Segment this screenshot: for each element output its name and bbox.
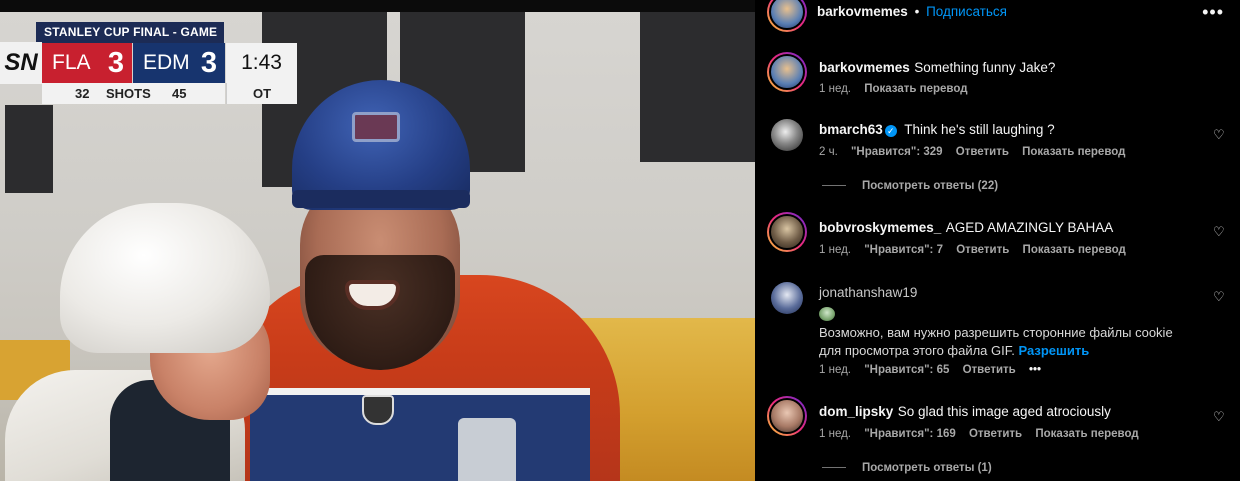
comment-3-body: bobvroskymemes_ AGED AMAZINGLY BAHAA [819, 219, 1113, 237]
comment-text: AGED AMAZINGLY BAHAA [945, 220, 1114, 235]
gif-cookie-notice-text: для просмотра этого файла GIF. [819, 343, 1015, 358]
author-username[interactable]: barkovmemes [817, 4, 908, 19]
team1-shots: 32 [75, 86, 90, 101]
comment-text: Something funny Jake? [914, 60, 1056, 75]
gif-cookie-notice: Возможно, вам нужно разрешить сторонние … [819, 325, 1173, 340]
gif-cookie-notice-line2: для просмотра этого файла GIF. Разрешить [819, 343, 1089, 358]
team1-code: FLA [52, 51, 91, 74]
nhl-shield-icon [362, 395, 394, 425]
more-horizontal-icon[interactable]: ••• [1202, 2, 1224, 23]
like-heart-icon[interactable]: ♡ [1213, 128, 1226, 141]
team2-score: 3 [200, 47, 217, 79]
helmet-decal [352, 112, 400, 142]
team1-box: FLA 3 [42, 43, 132, 83]
comment-time[interactable]: 1 нед. [819, 83, 851, 95]
media-top-edge [0, 0, 755, 12]
comment-1-body: barkovmemes Something funny Jake? [819, 59, 1055, 77]
post-header: barkovmemes • Подписаться [817, 4, 1007, 19]
view-replies-button[interactable]: Посмотреть ответы (22) [822, 180, 998, 192]
comment-1-meta: 1 нед. Показать перевод [819, 83, 978, 95]
comment-avatar[interactable] [771, 119, 803, 151]
comment-avatar[interactable] [767, 396, 807, 436]
comment-username[interactable]: dom_lipsky [819, 404, 893, 419]
comment-time[interactable]: 1 нед. [819, 364, 851, 376]
comment-username[interactable]: bmarch63 [819, 122, 883, 137]
comment-options-icon[interactable]: ••• [1029, 364, 1041, 376]
comment-username[interactable]: barkovmemes [819, 60, 910, 75]
show-translation-button[interactable]: Показать перевод [1023, 244, 1126, 256]
author-avatar[interactable] [767, 0, 807, 32]
comment-text: Think he's still laughing ? [904, 122, 1055, 137]
team1-score: 3 [107, 47, 124, 79]
reply-button[interactable]: Ответить [956, 244, 1009, 256]
show-translation-button[interactable]: Показать перевод [1022, 146, 1125, 158]
team2-code: EDM [143, 51, 190, 74]
reply-button[interactable]: Ответить [956, 146, 1009, 158]
comment-4-meta: 1 нед. "Нравится": 65 Ответить ••• [819, 364, 1051, 376]
reply-button[interactable]: Ответить [969, 428, 1022, 440]
header-separator: • [914, 4, 920, 19]
like-heart-icon[interactable]: ♡ [1213, 225, 1226, 238]
comment-avatar[interactable] [771, 282, 803, 314]
likes-count[interactable]: "Нравится": 169 [864, 428, 956, 440]
like-heart-icon[interactable]: ♡ [1213, 410, 1226, 423]
comment-4-username-line: jonathanshaw19 [819, 284, 917, 302]
broken-gif-icon [819, 307, 835, 321]
stanley-cup-patch-icon [458, 418, 516, 481]
follow-button[interactable]: Подписаться [926, 4, 1007, 19]
arena-glass-panel [5, 105, 53, 193]
comment-5-body: dom_lipsky So glad this image aged atroc… [819, 403, 1111, 421]
comment-text: So glad this image aged atrociously [897, 404, 1111, 419]
verified-badge-icon: ✓ [884, 125, 897, 137]
comment-username[interactable]: jonathanshaw19 [819, 285, 917, 300]
arena-glass-panel [640, 12, 755, 162]
reply-button[interactable]: Ответить [963, 364, 1016, 376]
scorebug-title: STANLEY CUP FINAL - GAME 1 [36, 22, 224, 60]
comment-time[interactable]: 1 нед. [819, 428, 851, 440]
comment-avatar[interactable] [767, 212, 807, 252]
post-media[interactable]: STANLEY CUP FINAL - GAME 1 SN FLA 3 EDM … [0, 0, 755, 481]
shots-row: 32 SHOTS 45 [42, 83, 225, 104]
comment-avatar[interactable] [767, 52, 807, 92]
comment-3-meta: 1 нед. "Нравится": 7 Ответить Показать п… [819, 244, 1136, 256]
shots-label: SHOTS [106, 86, 151, 101]
likes-count[interactable]: "Нравится": 7 [864, 244, 943, 256]
comment-time[interactable]: 1 нед. [819, 244, 851, 256]
allow-cookies-button[interactable]: Разрешить [1019, 343, 1090, 358]
team2-box: EDM 3 [133, 43, 225, 83]
scorebug: STANLEY CUP FINAL - GAME 1 SN FLA 3 EDM … [0, 22, 297, 104]
game-clock: 1:43 [226, 43, 297, 83]
view-replies-button[interactable]: Посмотреть ответы (1) [822, 462, 992, 474]
team2-shots: 45 [172, 86, 187, 101]
likes-count[interactable]: "Нравится": 329 [851, 146, 943, 158]
comment-5-meta: 1 нед. "Нравится": 169 Ответить Показать… [819, 428, 1149, 440]
like-heart-icon[interactable]: ♡ [1213, 290, 1226, 303]
network-logo: SN [0, 42, 42, 84]
jersey-blue-panel [250, 395, 590, 481]
game-period: OT [226, 83, 297, 104]
likes-count[interactable]: "Нравится": 65 [864, 364, 949, 376]
show-translation-button[interactable]: Показать перевод [1035, 428, 1138, 440]
comments-panel: barkovmemes • Подписаться ••• barkovmeme… [755, 0, 1240, 481]
comment-username[interactable]: bobvroskymemes_ [819, 220, 941, 235]
comment-2-body: bmarch63 ✓ Think he's still laughing ? [819, 121, 1055, 139]
show-translation-button[interactable]: Показать перевод [864, 83, 967, 95]
comment-2-meta: 2 ч. "Нравится": 329 Ответить Показать п… [819, 146, 1135, 158]
helmet-rim [292, 190, 470, 208]
comment-time[interactable]: 2 ч. [819, 146, 838, 158]
